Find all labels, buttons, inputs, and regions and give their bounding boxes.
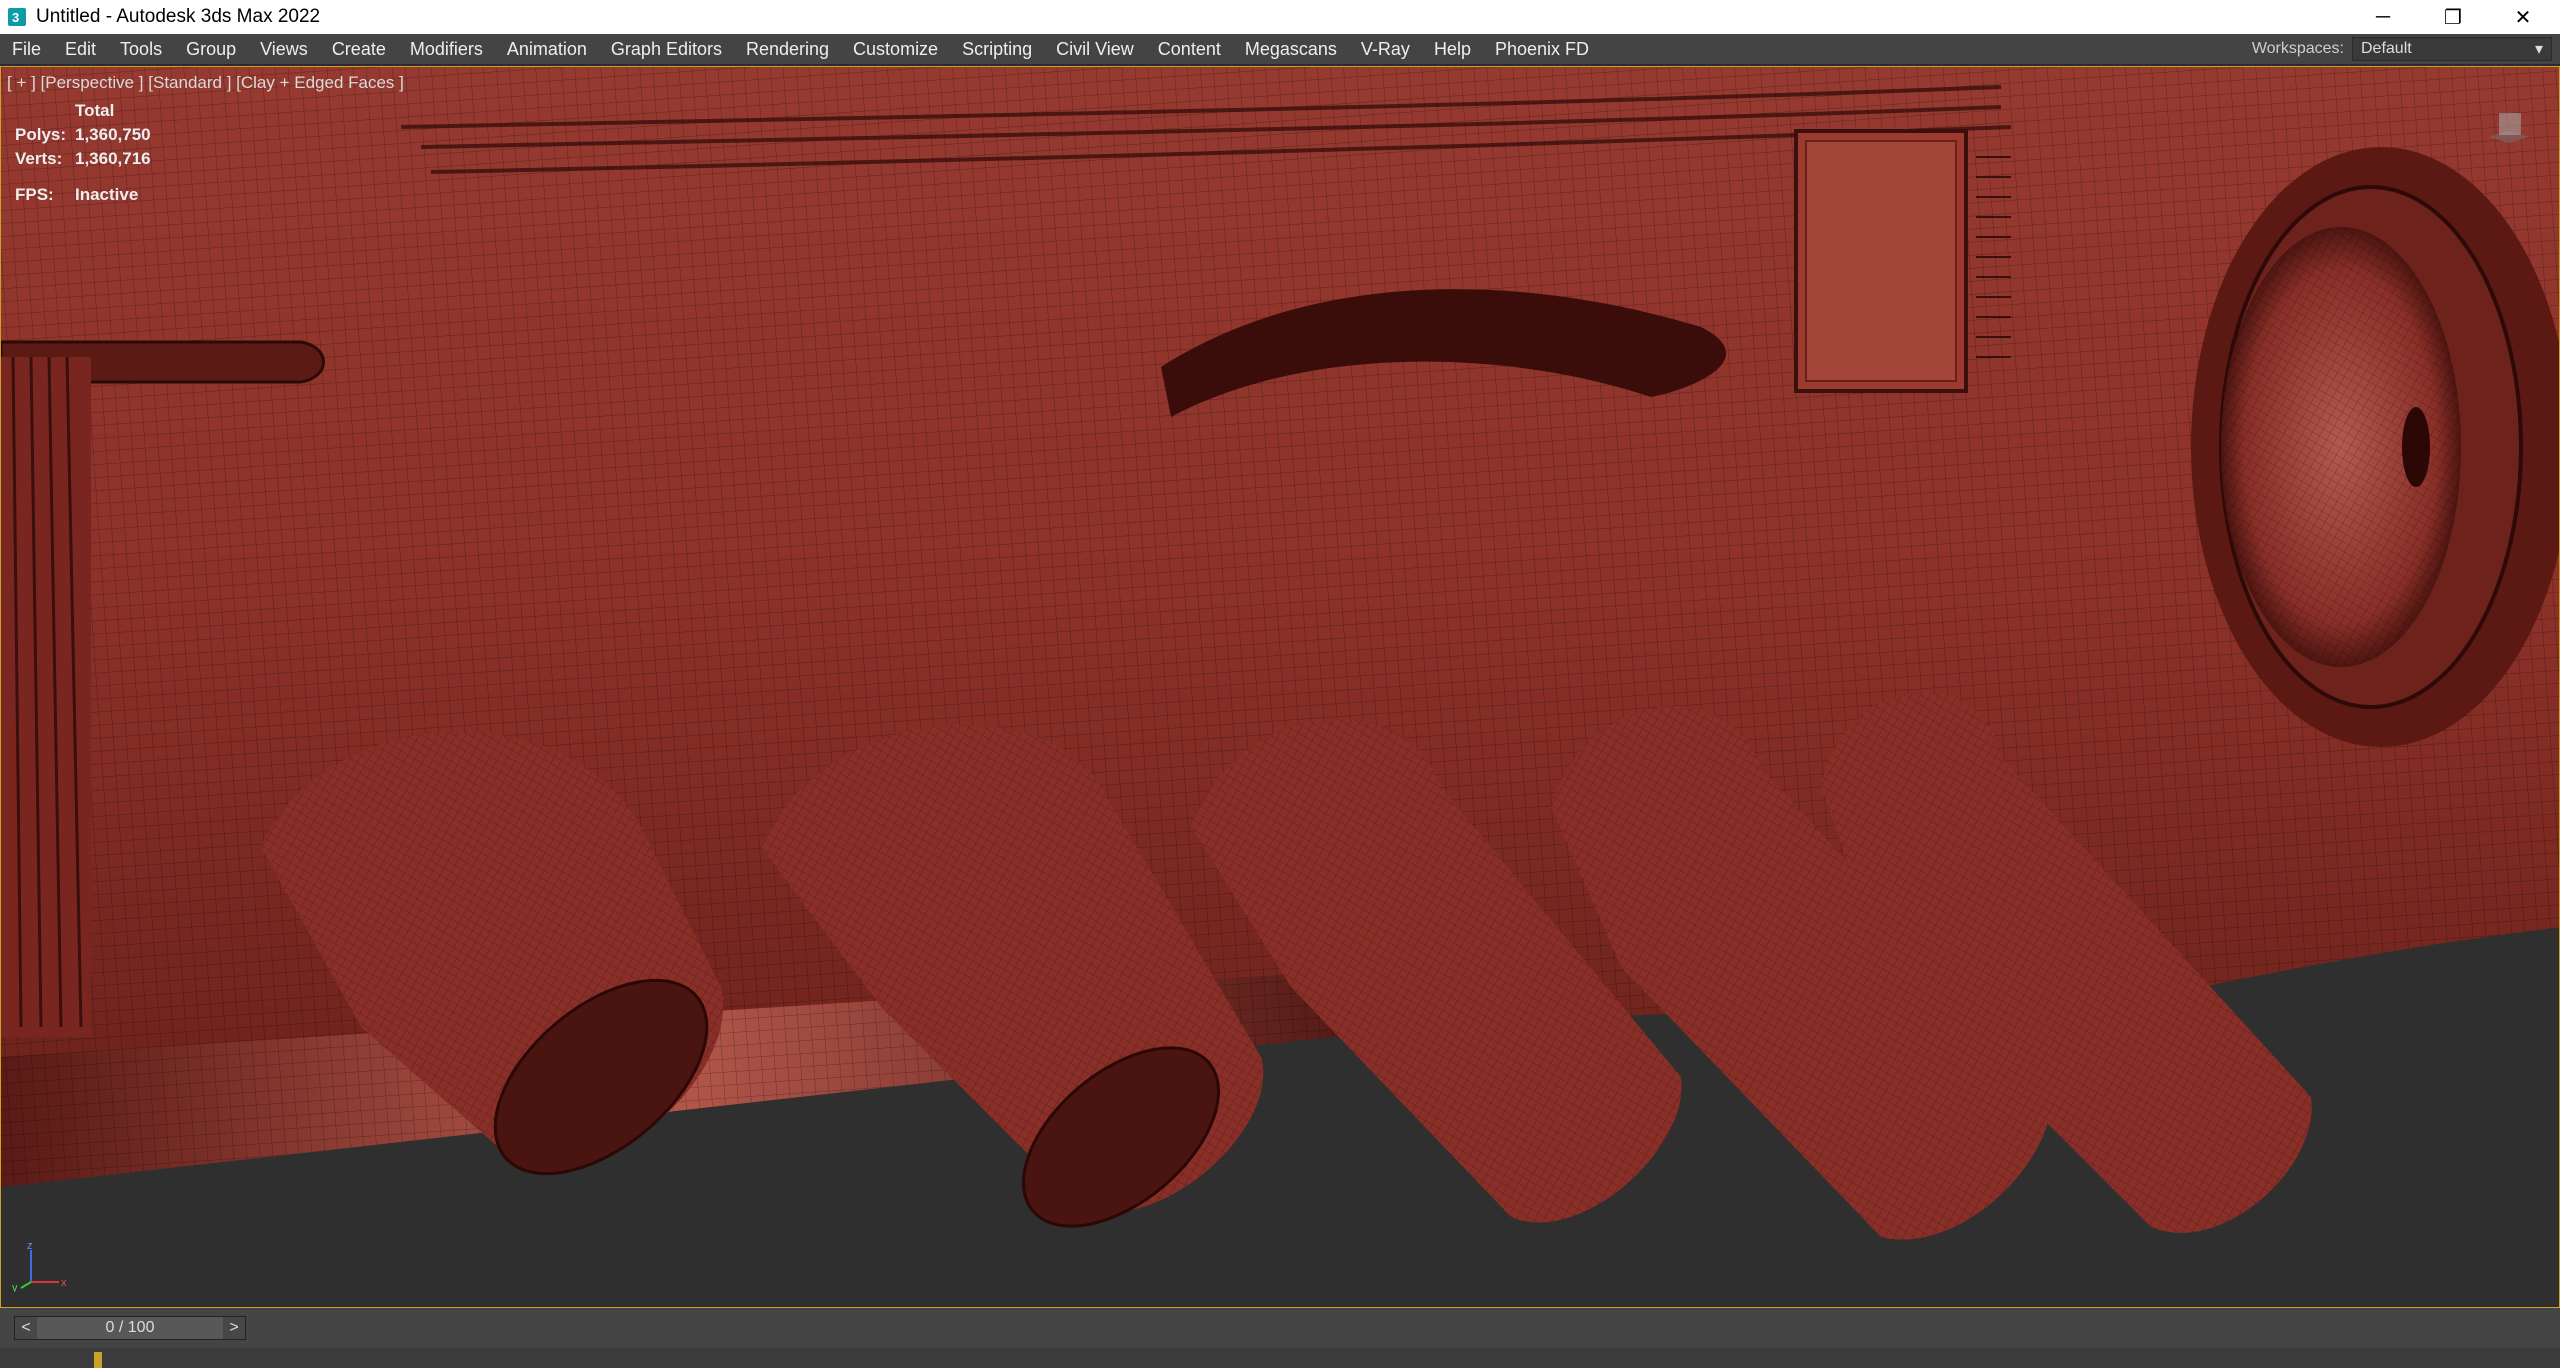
stats-fps-label: FPS: (15, 185, 54, 204)
menu-phoenix-fd[interactable]: Phoenix FD (1483, 34, 1601, 64)
svg-text:3: 3 (12, 10, 19, 25)
menu-bar: File Edit Tools Group Views Create Modif… (0, 34, 2560, 64)
stats-verts-label: Verts: (15, 149, 63, 168)
next-frame-button[interactable]: > (223, 1317, 245, 1339)
menu-animation[interactable]: Animation (495, 34, 599, 64)
close-button[interactable]: ✕ (2488, 0, 2558, 34)
viewport-statistics: Total Polys: 1,360,750 Verts: 1,360,716 FP… (15, 99, 151, 207)
prev-frame-button[interactable]: < (15, 1317, 37, 1339)
menu-graph-editors[interactable]: Graph Editors (599, 34, 734, 64)
menu-content[interactable]: Content (1146, 34, 1233, 64)
viewcube-icon[interactable] (2479, 107, 2539, 147)
axis-y-label: y (12, 1282, 18, 1292)
current-frame-marker[interactable] (94, 1352, 102, 1368)
workspaces-label: Workspaces: (2251, 40, 2344, 57)
clay-mesh-render[interactable] (1, 67, 2560, 1308)
menu-rendering[interactable]: Rendering (734, 34, 841, 64)
menu-vray[interactable]: V-Ray (1349, 34, 1422, 64)
window-title: Untitled - Autodesk 3ds Max 2022 (36, 6, 321, 27)
menu-scripting[interactable]: Scripting (950, 34, 1044, 64)
axis-z-label: z (27, 1242, 33, 1252)
menu-views[interactable]: Views (248, 34, 320, 64)
workspaces-dropdown[interactable]: Default ▾ (2352, 37, 2552, 61)
title-bar: 3 Untitled - Autodesk 3ds Max 2022 ─ ❐ ✕ (0, 0, 2560, 34)
viewport-label[interactable]: [ + ] [Perspective ] [Standard ] [Clay +… (7, 73, 404, 93)
menu-tools[interactable]: Tools (108, 34, 174, 64)
stats-polys-value: 1,360,750 (75, 125, 151, 144)
axis-x-label: x (61, 1277, 67, 1289)
menu-help[interactable]: Help (1422, 34, 1483, 64)
chevron-down-icon: ▾ (2534, 41, 2543, 58)
menu-file[interactable]: File (0, 34, 53, 64)
stats-verts-value: 1,360,716 (75, 149, 151, 168)
menu-customize[interactable]: Customize (841, 34, 950, 64)
menu-civil-view[interactable]: Civil View (1044, 34, 1146, 64)
menu-group[interactable]: Group (174, 34, 248, 64)
3dsmax-app-icon[interactable]: 3 (8, 8, 26, 26)
menu-edit[interactable]: Edit (53, 34, 108, 64)
perspective-viewport[interactable]: [ + ] [Perspective ] [Standard ] [Clay +… (0, 66, 2560, 1308)
menu-create[interactable]: Create (320, 34, 398, 64)
time-slider[interactable]: < 0 / 100 > (14, 1316, 246, 1340)
restore-button[interactable]: ❐ (2418, 0, 2488, 34)
minimize-button[interactable]: ─ (2348, 0, 2418, 34)
axis-tripod-icon: z x y (12, 1242, 67, 1292)
stats-total-label: Total (75, 101, 115, 120)
workspaces-value: Default (2361, 40, 2412, 57)
menu-megascans[interactable]: Megascans (1233, 34, 1349, 64)
workspaces-control: Workspaces: Default ▾ (2252, 34, 2552, 64)
menu-modifiers[interactable]: Modifiers (398, 34, 495, 64)
stats-polys-label: Polys: (15, 125, 67, 144)
stats-fps-value: Inactive (75, 185, 139, 204)
timeline-bar: < 0 / 100 > (0, 1308, 2560, 1368)
frame-counter[interactable]: 0 / 100 (37, 1317, 223, 1339)
timeline-track[interactable] (0, 1348, 2560, 1368)
